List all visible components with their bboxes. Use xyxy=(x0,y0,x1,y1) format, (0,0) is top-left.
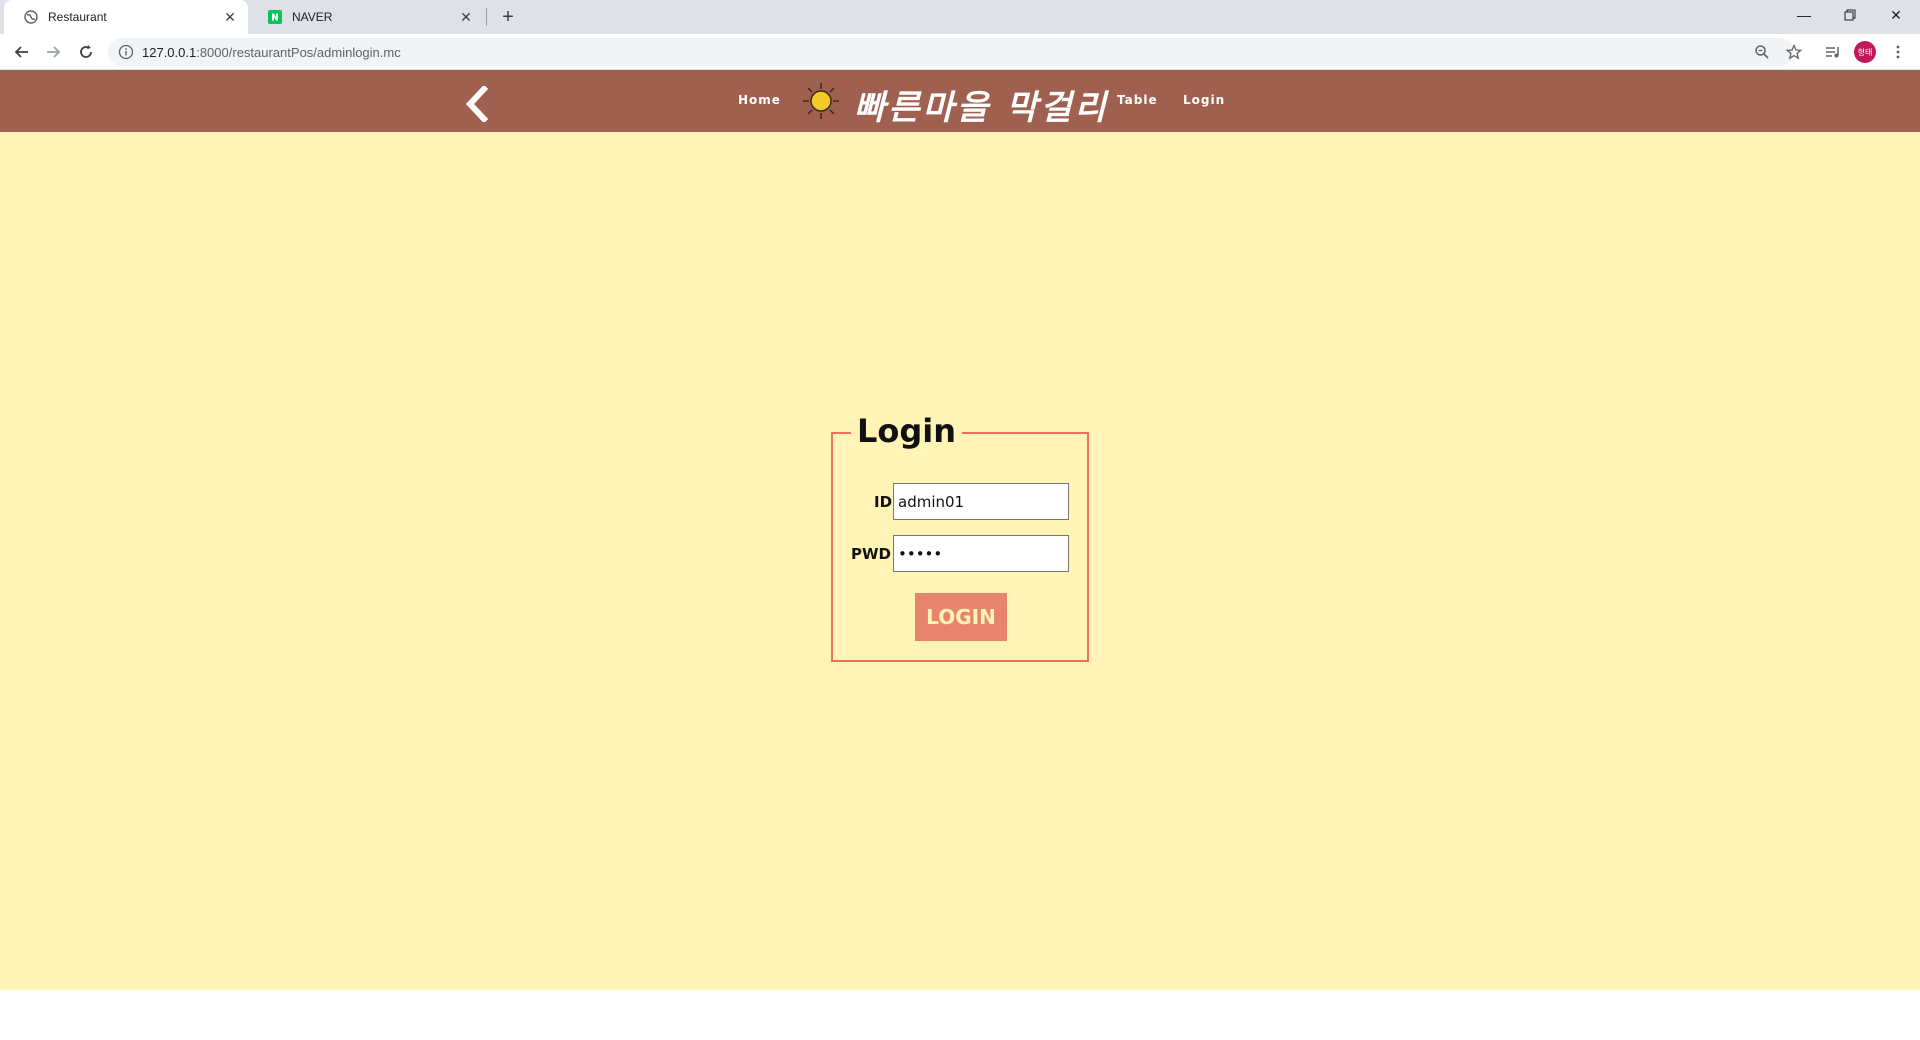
globe-icon xyxy=(24,10,38,24)
sun-icon xyxy=(802,82,840,120)
nav-login-link[interactable]: Login xyxy=(1183,93,1225,107)
tab-naver[interactable]: NAVER ✕ xyxy=(248,0,484,34)
reload-icon[interactable] xyxy=(74,40,98,64)
info-icon[interactable] xyxy=(118,44,134,60)
back-arrow-icon[interactable] xyxy=(462,84,492,124)
site-header: Home 빠른마을 막걸리 Table Login xyxy=(0,70,1920,132)
url-text: 127.0.0.1:8000/restaurantPos/adminlogin.… xyxy=(142,44,401,60)
close-icon[interactable]: ✕ xyxy=(222,9,238,25)
back-icon[interactable] xyxy=(10,40,34,64)
naver-icon xyxy=(268,10,282,24)
login-fieldset: Login ID PWD LOGIN xyxy=(831,412,1089,662)
nav-table-link[interactable]: Table xyxy=(1117,93,1158,107)
tab-title: NAVER xyxy=(292,10,333,24)
tab-divider xyxy=(486,8,487,26)
media-queue-icon[interactable] xyxy=(1821,40,1845,64)
id-input[interactable] xyxy=(893,483,1069,520)
zoom-icon[interactable] xyxy=(1750,40,1774,64)
brand-title[interactable]: 빠른마을 막걸리 xyxy=(854,80,1109,129)
login-legend: Login xyxy=(851,412,963,450)
minimize-icon[interactable]: — xyxy=(1781,0,1827,30)
new-tab-icon[interactable]: + xyxy=(498,7,518,27)
forward-icon[interactable] xyxy=(41,40,65,64)
browser-toolbar: 127.0.0.1:8000/restaurantPos/adminlogin.… xyxy=(0,34,1920,70)
browser-tab-strip: Restaurant ✕ NAVER ✕ + — ✕ xyxy=(0,0,1920,34)
address-bar[interactable]: 127.0.0.1:8000/restaurantPos/adminlogin.… xyxy=(108,38,1794,66)
pwd-label: PWD xyxy=(851,545,891,563)
id-label: ID xyxy=(874,493,893,511)
tab-restaurant[interactable]: Restaurant ✕ xyxy=(4,0,248,34)
login-button[interactable]: LOGIN xyxy=(915,593,1007,641)
page-viewport: Home 빠른마을 막걸리 Table Login Login ID PWD L… xyxy=(0,70,1920,990)
nav-home-link[interactable]: Home xyxy=(738,93,781,107)
password-input[interactable] xyxy=(893,535,1069,572)
avatar[interactable]: 형태 xyxy=(1854,41,1876,63)
more-icon[interactable] xyxy=(1886,40,1910,64)
close-icon[interactable]: ✕ xyxy=(458,9,474,25)
tab-title: Restaurant xyxy=(48,10,107,24)
star-icon[interactable] xyxy=(1782,40,1806,64)
restore-icon[interactable] xyxy=(1827,0,1873,30)
close-window-icon[interactable]: ✕ xyxy=(1873,0,1919,30)
